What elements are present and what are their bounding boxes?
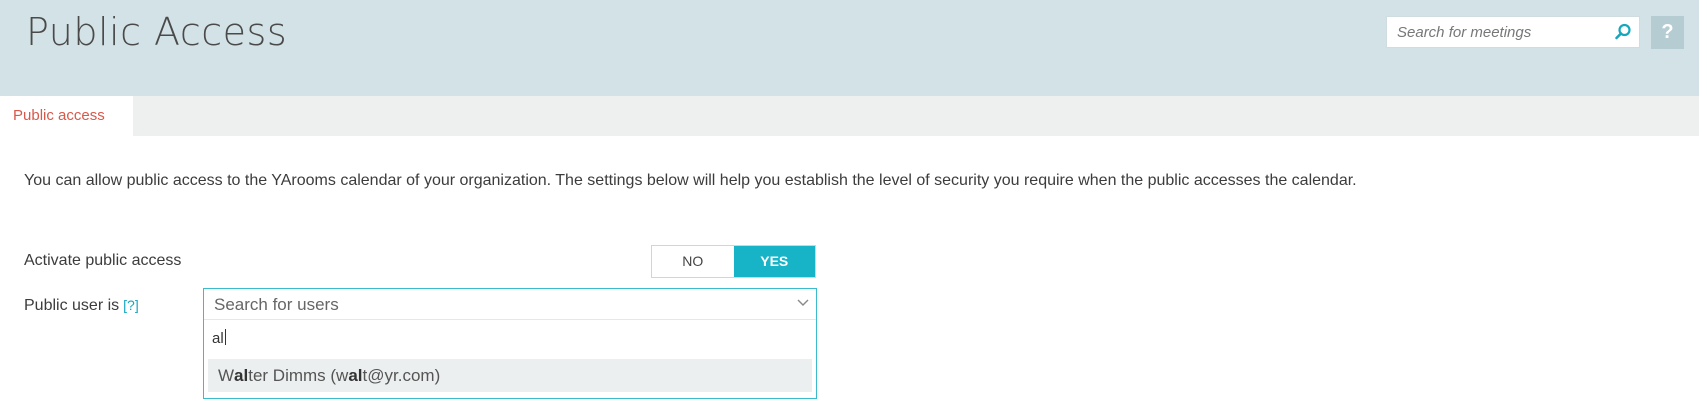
- option-text-part: W: [218, 366, 235, 385]
- public-user-label-text: Public user is: [24, 297, 120, 314]
- public-user-label: Public user is [?]: [24, 297, 139, 315]
- user-option-walter-dimms[interactable]: Walter Dimms (walt@yr.com): [208, 359, 812, 392]
- option-text-part: t@yr.com): [362, 366, 441, 385]
- toggle-yes-option[interactable]: YES: [733, 246, 815, 277]
- user-search-query: al: [212, 330, 224, 347]
- chevron-down-icon[interactable]: [796, 298, 810, 308]
- public-user-help-link[interactable]: [?]: [123, 297, 139, 313]
- help-button[interactable]: ?: [1651, 16, 1684, 49]
- option-match-highlight: al: [348, 366, 363, 385]
- page-header: Public Access ?: [0, 0, 1699, 96]
- public-user-select[interactable]: Search for users al Walter Dimms (walt@y…: [203, 288, 817, 399]
- activate-public-access-toggle[interactable]: NO YES: [651, 245, 816, 278]
- meeting-search-input[interactable]: [1387, 17, 1607, 47]
- page-title: Public Access: [26, 10, 288, 54]
- user-search-input[interactable]: al: [212, 329, 226, 347]
- activate-public-access-label: Activate public access: [24, 252, 182, 269]
- public-user-select-placeholder: Search for users: [214, 295, 339, 314]
- option-match-highlight: al: [234, 366, 249, 385]
- tab-bar: Public access: [0, 96, 1699, 136]
- search-icon[interactable]: [1613, 22, 1633, 42]
- text-caret: [224, 329, 226, 345]
- option-text-part: ter Dimms (w: [248, 366, 349, 385]
- public-user-select-head[interactable]: Search for users: [204, 289, 816, 320]
- toggle-no-option[interactable]: NO: [652, 246, 734, 277]
- intro-text: You can allow public access to the YAroo…: [24, 172, 1357, 189]
- meeting-search-box[interactable]: [1386, 16, 1640, 48]
- tab-public-access[interactable]: Public access: [0, 96, 133, 136]
